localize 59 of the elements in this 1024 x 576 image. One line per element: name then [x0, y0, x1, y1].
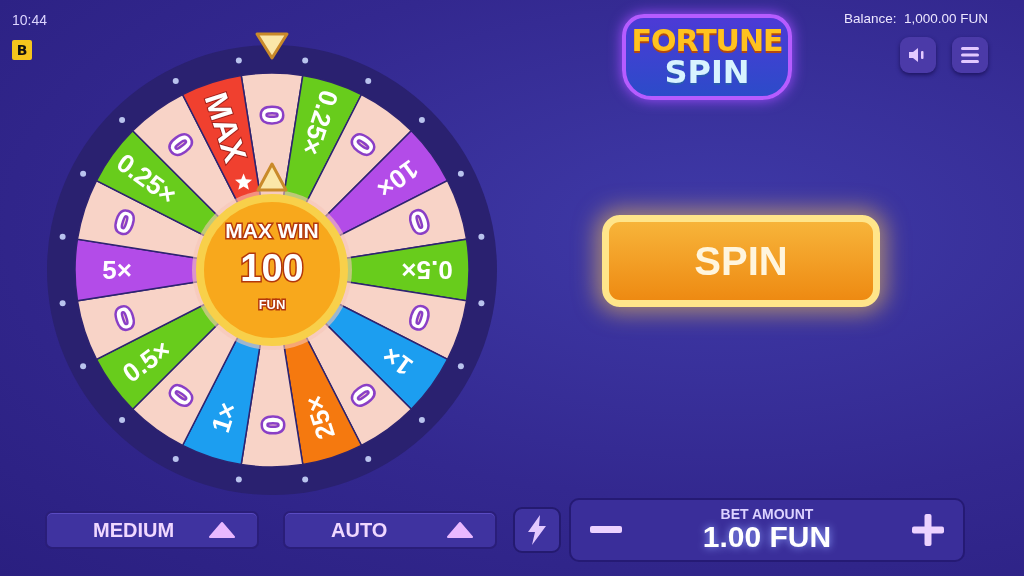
segment-label: 1×	[205, 398, 243, 437]
peg-dot	[80, 170, 87, 177]
hub-text: FUN	[258, 296, 286, 312]
segment-label: 0	[162, 128, 200, 162]
segment-label: 5×	[102, 255, 132, 285]
peg-dot	[235, 476, 242, 483]
peg-dot	[457, 170, 464, 177]
minus-icon	[590, 526, 622, 534]
peg-dot	[418, 117, 425, 124]
peg-dot	[478, 233, 485, 240]
peg-dot	[235, 57, 242, 64]
bet-amount: 1.00 FUN	[702, 521, 832, 553]
plus-icon	[912, 514, 944, 546]
segment-label: 0	[406, 299, 433, 337]
lightning-icon	[527, 515, 547, 545]
peg-dot	[365, 455, 372, 462]
caret-icon	[209, 522, 235, 538]
menu-button[interactable]	[952, 37, 988, 74]
peg-dot	[478, 300, 485, 307]
speaker-icon	[909, 48, 927, 63]
segment-label: 25×	[298, 391, 341, 443]
peg-dot	[59, 300, 66, 307]
hub-text: 100	[240, 247, 304, 289]
peg-dot	[365, 78, 372, 85]
segment-label: 0.5×	[401, 255, 453, 285]
peg-dot	[418, 416, 425, 423]
star-icon	[235, 173, 253, 190]
peg-dot	[302, 476, 309, 483]
brand-badge: B	[12, 40, 32, 60]
logo-text: SPIN	[664, 56, 750, 88]
risk-dropdown[interactable]: MEDIUM	[45, 511, 259, 549]
sound-button[interactable]	[900, 37, 936, 74]
segment-label: 0	[255, 416, 289, 434]
peg-dot	[119, 117, 126, 124]
segment-label: 0	[111, 203, 138, 241]
bet-label: BET AMOUNT	[719, 507, 815, 522]
wheel-pointer	[255, 32, 289, 60]
balance-text: Balance: 1,000.00 FUN	[843, 10, 988, 28]
segment-label: 0	[406, 203, 433, 241]
logo-text: FORTUNE	[631, 26, 783, 56]
segment-label: 0.25×	[295, 86, 345, 159]
segment-label: 0	[255, 106, 289, 124]
peg-dot	[172, 78, 179, 85]
hub-text: MAX WIN	[225, 218, 319, 242]
segment-label: MAX	[197, 87, 254, 167]
peg-dot	[457, 363, 464, 370]
turbo-button[interactable]	[513, 507, 561, 553]
peg-dot	[80, 363, 87, 370]
peg-dot	[59, 233, 66, 240]
peg-dot	[172, 455, 179, 462]
menu-icon	[961, 47, 979, 64]
mode-dropdown[interactable]: AUTO	[283, 511, 497, 549]
peg-dot	[302, 57, 309, 64]
clock-time: 10:44	[12, 11, 48, 30]
peg-dot	[119, 416, 126, 423]
segment-label: 0	[111, 299, 138, 337]
segment-label: 0	[162, 378, 200, 412]
hub-pointer	[256, 162, 288, 192]
caret-icon	[447, 522, 473, 538]
